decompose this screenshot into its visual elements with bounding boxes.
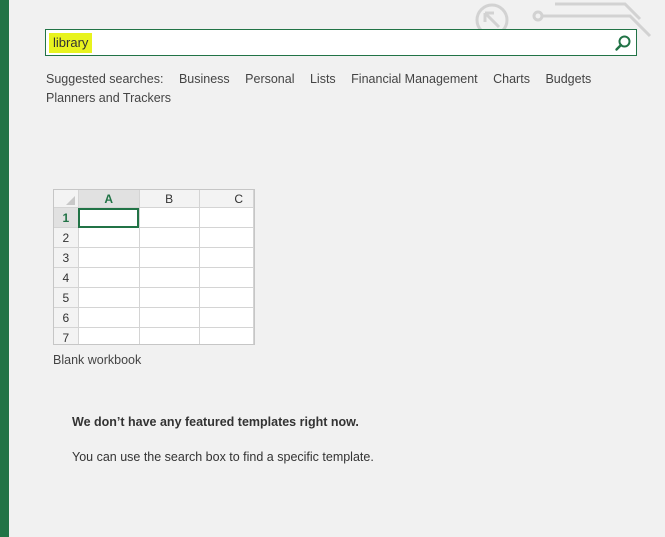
search-icon[interactable]	[614, 34, 632, 52]
row-header: 4	[54, 267, 79, 288]
suggested-search-charts[interactable]: Charts	[493, 72, 530, 86]
blank-workbook-label[interactable]: Blank workbook	[53, 353, 141, 367]
no-templates-hint: You can use the search box to find a spe…	[72, 450, 374, 464]
select-all-corner	[66, 196, 75, 205]
row-header: 1	[54, 207, 79, 228]
app-accent-bar	[0, 0, 9, 537]
suggested-searches: Suggested searches: Business Personal Li…	[46, 70, 606, 108]
column-header: C	[199, 190, 254, 208]
suggested-search-planners-and-trackers[interactable]: Planners and Trackers	[46, 91, 171, 105]
row-header: 3	[54, 247, 79, 268]
active-cell	[78, 207, 140, 228]
blank-workbook-thumbnail[interactable]: A B C 1 2 3 4 5 6 7	[53, 189, 255, 345]
row-header: 2	[54, 227, 79, 248]
suggested-search-lists[interactable]: Lists	[310, 72, 336, 86]
search-input[interactable]: library	[49, 33, 93, 53]
suggested-search-personal[interactable]: Personal	[245, 72, 294, 86]
column-header: A	[78, 190, 140, 208]
row-header: 6	[54, 307, 79, 328]
suggested-search-financial-management[interactable]: Financial Management	[351, 72, 477, 86]
suggested-search-business[interactable]: Business	[179, 72, 230, 86]
row-header: 7	[54, 327, 79, 344]
row-header: 5	[54, 287, 79, 308]
column-header: B	[139, 190, 200, 208]
spreadsheet-grid-preview: A B C 1 2 3 4 5 6 7	[54, 190, 254, 344]
no-templates-heading: We don’t have any featured templates rig…	[72, 415, 359, 429]
suggested-searches-label: Suggested searches:	[46, 72, 164, 86]
template-search-box[interactable]: library	[45, 29, 637, 56]
suggested-search-budgets[interactable]: Budgets	[545, 72, 591, 86]
